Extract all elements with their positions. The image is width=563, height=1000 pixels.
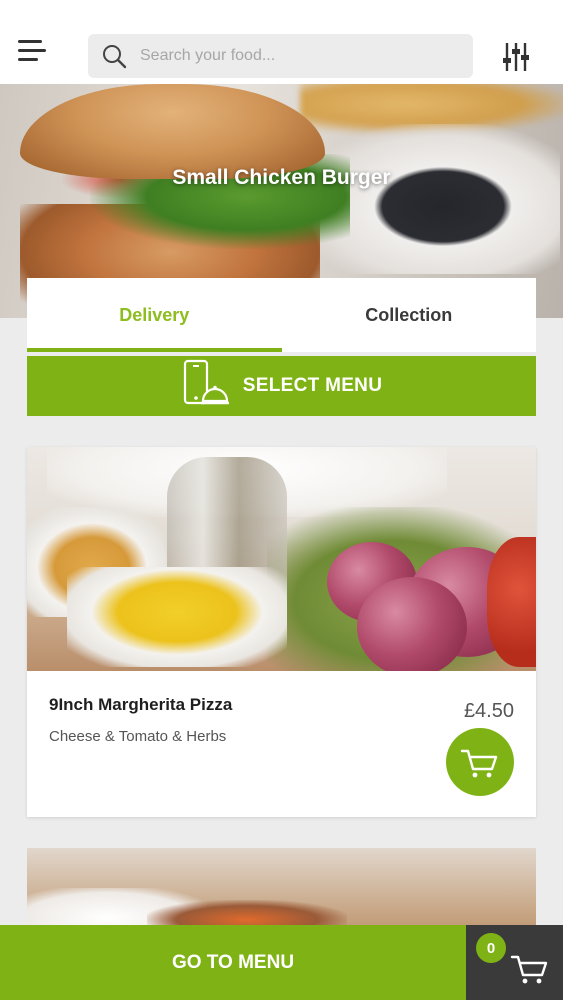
- tab-delivery[interactable]: Delivery: [27, 278, 282, 352]
- hamburger-menu-icon[interactable]: [18, 30, 58, 70]
- phone-food-icon: [181, 359, 231, 414]
- cart-icon: [510, 951, 550, 990]
- top-bar: [0, 0, 563, 84]
- menu-item-card[interactable]: 9Inch Margherita Pizza Cheese & Tomato &…: [27, 447, 536, 817]
- menu-item-photo: [27, 447, 536, 671]
- add-to-cart-button[interactable]: [446, 728, 514, 796]
- select-menu-label: SELECT MENU: [242, 375, 383, 396]
- search-bar[interactable]: [88, 34, 473, 78]
- bottom-bar: GO TO MENU 0: [0, 925, 563, 1000]
- search-input[interactable]: [140, 47, 440, 65]
- cart-icon: [460, 749, 498, 778]
- menu-item-price: £4.50: [463, 700, 514, 722]
- filter-sliders-icon[interactable]: [499, 40, 533, 74]
- search-icon: [100, 42, 128, 70]
- hero-photo-bun: [20, 84, 325, 179]
- cart-button[interactable]: 0: [466, 925, 563, 1000]
- tab-collection[interactable]: Collection: [282, 278, 537, 352]
- select-menu-button[interactable]: SELECT MENU: [27, 356, 536, 416]
- go-to-menu-button[interactable]: GO TO MENU: [0, 925, 466, 1000]
- menu-item-description: Cheese & Tomato & Herbs: [49, 728, 227, 745]
- cart-count-badge: 0: [476, 933, 506, 963]
- order-type-tabs: Delivery Collection: [27, 278, 536, 352]
- menu-item-name: 9Inch Margherita Pizza: [49, 695, 233, 714]
- hero-title: Small Chicken Burger: [172, 166, 391, 189]
